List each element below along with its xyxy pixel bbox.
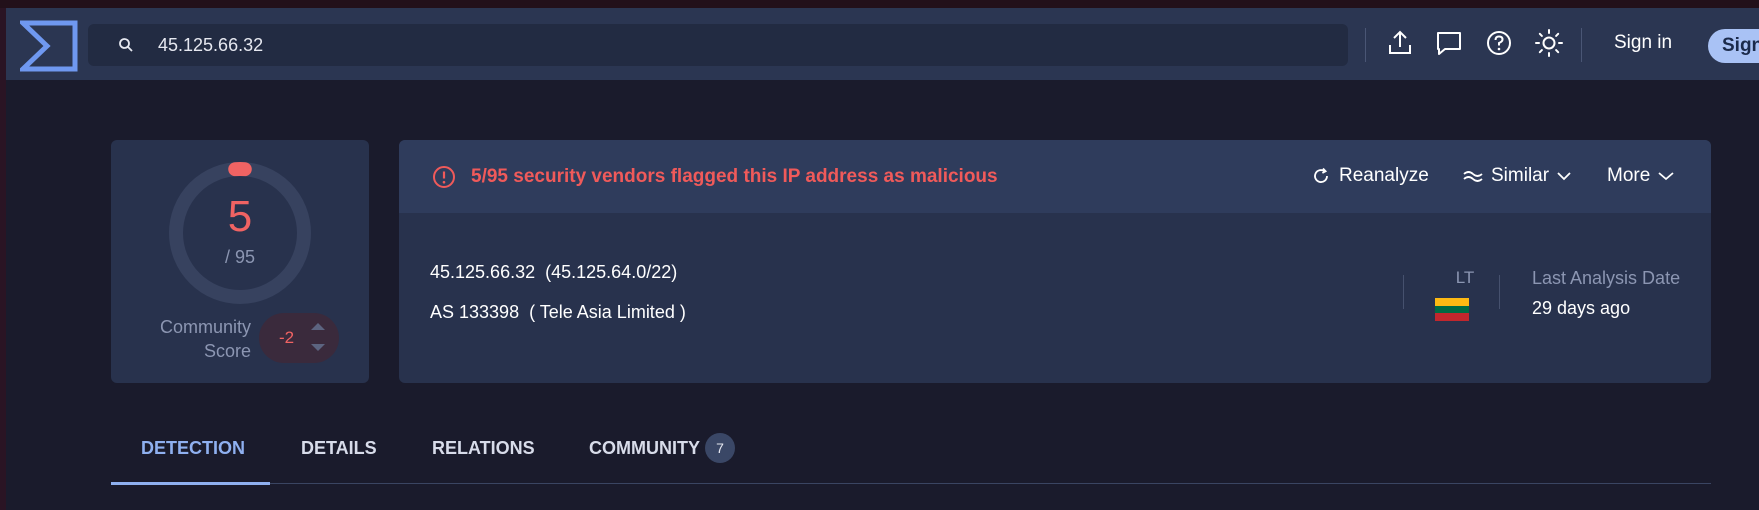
sign-in-link[interactable]: Sign in — [1614, 32, 1672, 54]
chevron-down-icon — [1557, 172, 1571, 181]
more-label: More — [1607, 165, 1651, 186]
reanalyze-label: Reanalyze — [1339, 165, 1429, 186]
community-score-label: Community Score — [159, 317, 251, 361]
similar-label: Similar — [1491, 165, 1550, 186]
top-bar: Sign in Sign — [6, 8, 1759, 80]
community-score-pill: -2 — [259, 313, 339, 363]
chat-icon[interactable] — [1434, 28, 1464, 58]
ip-network[interactable]: (45.125.64.0/22) — [545, 262, 677, 282]
lithuania-flag-icon — [1435, 298, 1469, 321]
info-divider — [1403, 275, 1404, 309]
header-divider — [1365, 28, 1366, 62]
ip-address[interactable]: 45.125.66.32 — [430, 262, 535, 282]
ip-report-card: 5/95 security vendors flagged this IP ad… — [399, 140, 1711, 383]
community-score-value: -2 — [279, 328, 295, 347]
info-divider — [1499, 275, 1500, 309]
last-analysis-value: 29 days ago — [1532, 298, 1631, 318]
active-tab-indicator — [111, 482, 270, 485]
detection-count: 5 — [227, 192, 253, 241]
vote-up-icon[interactable] — [311, 323, 325, 330]
tab-details[interactable]: DETAILS — [301, 438, 377, 459]
upload-icon[interactable] — [1385, 28, 1415, 58]
ip-address-line: 45.125.66.32 (45.125.64.0/22) — [430, 262, 677, 283]
theme-icon[interactable] — [1534, 28, 1564, 58]
flag-stripe — [1435, 313, 1469, 321]
window-top-strip — [0, 0, 1759, 8]
search-box[interactable] — [88, 24, 1348, 66]
window-left-edge — [0, 8, 6, 510]
sign-up-button[interactable]: Sign — [1708, 29, 1759, 63]
tab-detection[interactable]: DETECTION — [141, 438, 245, 459]
virustotal-logo-icon[interactable] — [20, 20, 78, 72]
more-dropdown[interactable]: More — [1607, 165, 1674, 187]
flag-stripe — [1435, 298, 1469, 306]
alert-banner: 5/95 security vendors flagged this IP ad… — [399, 140, 1711, 213]
asn-number[interactable]: AS 133398 — [430, 302, 519, 322]
last-analysis-label: Last Analysis Date — [1532, 268, 1681, 288]
tab-relations[interactable]: RELATIONS — [432, 438, 535, 459]
tab-community[interactable]: COMMUNITY — [589, 438, 700, 459]
similar-dropdown[interactable]: Similar — [1463, 165, 1571, 187]
report-tabs: DETECTION DETAILS RELATIONS COMMUNITY 7 — [111, 430, 1711, 485]
reanalyze-button[interactable]: Reanalyze — [1311, 165, 1429, 187]
flag-stripe — [1435, 305, 1469, 314]
header-divider — [1581, 28, 1582, 62]
community-count-badge: 7 — [705, 433, 735, 463]
alert-message: 5/95 security vendors flagged this IP ad… — [471, 166, 998, 187]
detection-score-card: 5 / 95 Community Score -2 — [111, 140, 369, 383]
refresh-icon — [1314, 167, 1328, 183]
country-code: LT — [1455, 268, 1475, 287]
chevron-down-icon — [1658, 172, 1674, 181]
asn-owner: ( Tele Asia Limited ) — [529, 302, 686, 322]
tabs-divider — [111, 483, 1711, 484]
detection-total: / 95 — [224, 247, 256, 267]
vote-down-icon[interactable] — [311, 344, 325, 351]
search-icon — [119, 38, 133, 52]
asn-line: AS 133398 ( Tele Asia Limited ) — [430, 302, 686, 323]
search-input[interactable] — [158, 24, 1308, 66]
alert-circle-icon — [433, 166, 455, 188]
help-icon[interactable] — [1484, 28, 1514, 58]
similar-icon — [1463, 171, 1483, 182]
